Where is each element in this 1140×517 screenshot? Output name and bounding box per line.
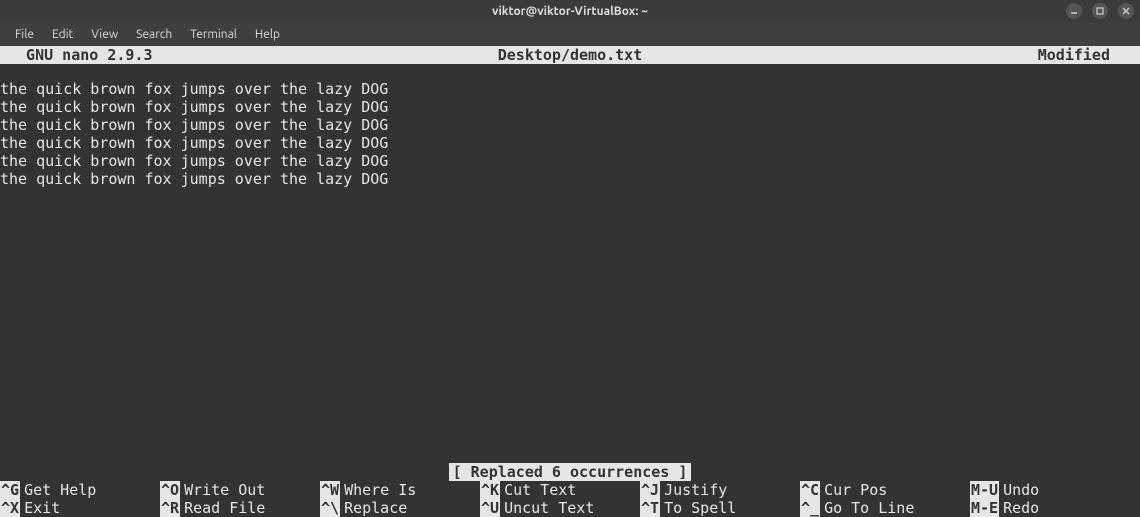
terminal[interactable]: GNU nano 2.9.3 Desktop/demo.txt Modified…: [0, 46, 1140, 517]
shortcut-key: ^T: [640, 499, 660, 517]
shortcut-label: Undo: [999, 481, 1039, 499]
nano-shortcuts: ^GGet Help ^OWrite Out ^WWhere Is ^KCut …: [0, 481, 1140, 517]
shortcut-label: Uncut Text: [500, 499, 594, 517]
buffer-line: the quick brown fox jumps over the lazy …: [0, 170, 1140, 188]
shortcut-label: Replace: [340, 499, 407, 517]
shortcut-key: ^W: [320, 481, 340, 499]
shortcut-label: Justify: [660, 481, 727, 499]
nano-modified: Modified: [1038, 46, 1140, 64]
nano-header: GNU nano 2.9.3 Desktop/demo.txt Modified: [0, 46, 1140, 64]
shortcut-row-1: ^GGet Help ^OWrite Out ^WWhere Is ^KCut …: [0, 481, 1140, 499]
shortcut-cur-pos: ^CCur Pos: [800, 481, 970, 499]
shortcut-label: Exit: [20, 499, 60, 517]
shortcut-uncut-text: ^UUncut Text: [480, 499, 640, 517]
menu-terminal[interactable]: Terminal: [181, 25, 246, 44]
close-button[interactable]: [1118, 3, 1134, 19]
shortcut-where-is: ^WWhere Is: [320, 481, 480, 499]
shortcut-key: ^R: [160, 499, 180, 517]
window-title: viktor@viktor-VirtualBox: ~: [492, 5, 648, 18]
shortcut-label: Cut Text: [500, 481, 576, 499]
buffer-line: the quick brown fox jumps over the lazy …: [0, 152, 1140, 170]
minimize-button[interactable]: [1066, 3, 1082, 19]
nano-status-message: [ Replaced 6 occurrences ]: [449, 463, 692, 481]
nano-filename: Desktop/demo.txt: [0, 46, 1140, 64]
shortcut-key: ^C: [800, 481, 820, 499]
shortcut-key: ^G: [0, 481, 20, 499]
menu-search[interactable]: Search: [127, 25, 181, 44]
shortcut-cut-text: ^KCut Text: [480, 481, 640, 499]
shortcut-label: Read File: [180, 499, 265, 517]
shortcut-label: Redo: [999, 499, 1039, 517]
shortcut-key: ^X: [0, 499, 20, 517]
shortcut-key: ^J: [640, 481, 660, 499]
shortcut-redo: M-ERedo: [970, 499, 1090, 517]
shortcut-read-file: ^RRead File: [160, 499, 320, 517]
shortcut-key: M-U: [970, 481, 999, 499]
shortcut-write-out: ^OWrite Out: [160, 481, 320, 499]
shortcut-exit: ^XExit: [0, 499, 160, 517]
menu-edit[interactable]: Edit: [43, 25, 82, 44]
window-controls: [1066, 0, 1134, 22]
shortcut-label: Write Out: [180, 481, 265, 499]
shortcut-label: Where Is: [340, 481, 416, 499]
buffer-line: the quick brown fox jumps over the lazy …: [0, 98, 1140, 116]
nano-buffer[interactable]: the quick brown fox jumps over the lazy …: [0, 64, 1140, 188]
buffer-line: the quick brown fox jumps over the lazy …: [0, 116, 1140, 134]
menu-file[interactable]: File: [6, 25, 43, 44]
window-titlebar: viktor@viktor-VirtualBox: ~: [0, 0, 1140, 22]
shortcut-key: ^K: [480, 481, 500, 499]
shortcut-go-to-line: ^_Go To Line: [800, 499, 970, 517]
shortcut-justify: ^JJustify: [640, 481, 800, 499]
shortcut-key: ^U: [480, 499, 500, 517]
shortcut-key: ^O: [160, 481, 180, 499]
nano-status-wrap: [ Replaced 6 occurrences ]: [0, 463, 1140, 481]
shortcut-label: To Spell: [660, 499, 736, 517]
shortcut-key: M-E: [970, 499, 999, 517]
buffer-line: the quick brown fox jumps over the lazy …: [0, 80, 1140, 98]
shortcut-get-help: ^GGet Help: [0, 481, 160, 499]
buffer-line: the quick brown fox jumps over the lazy …: [0, 134, 1140, 152]
maximize-button[interactable]: [1092, 3, 1108, 19]
shortcut-key: ^_: [800, 499, 820, 517]
shortcut-key: ^\: [320, 499, 340, 517]
shortcut-label: Cur Pos: [820, 481, 887, 499]
shortcut-label: Get Help: [20, 481, 96, 499]
menu-view[interactable]: View: [82, 25, 127, 44]
shortcut-row-2: ^XExit ^RRead File ^\Replace ^UUncut Tex…: [0, 499, 1140, 517]
menu-help[interactable]: Help: [246, 25, 289, 44]
shortcut-label: Go To Line: [820, 499, 914, 517]
menubar: File Edit View Search Terminal Help: [0, 22, 1140, 46]
shortcut-undo: M-UUndo: [970, 481, 1090, 499]
shortcut-replace: ^\Replace: [320, 499, 480, 517]
shortcut-to-spell: ^TTo Spell: [640, 499, 800, 517]
